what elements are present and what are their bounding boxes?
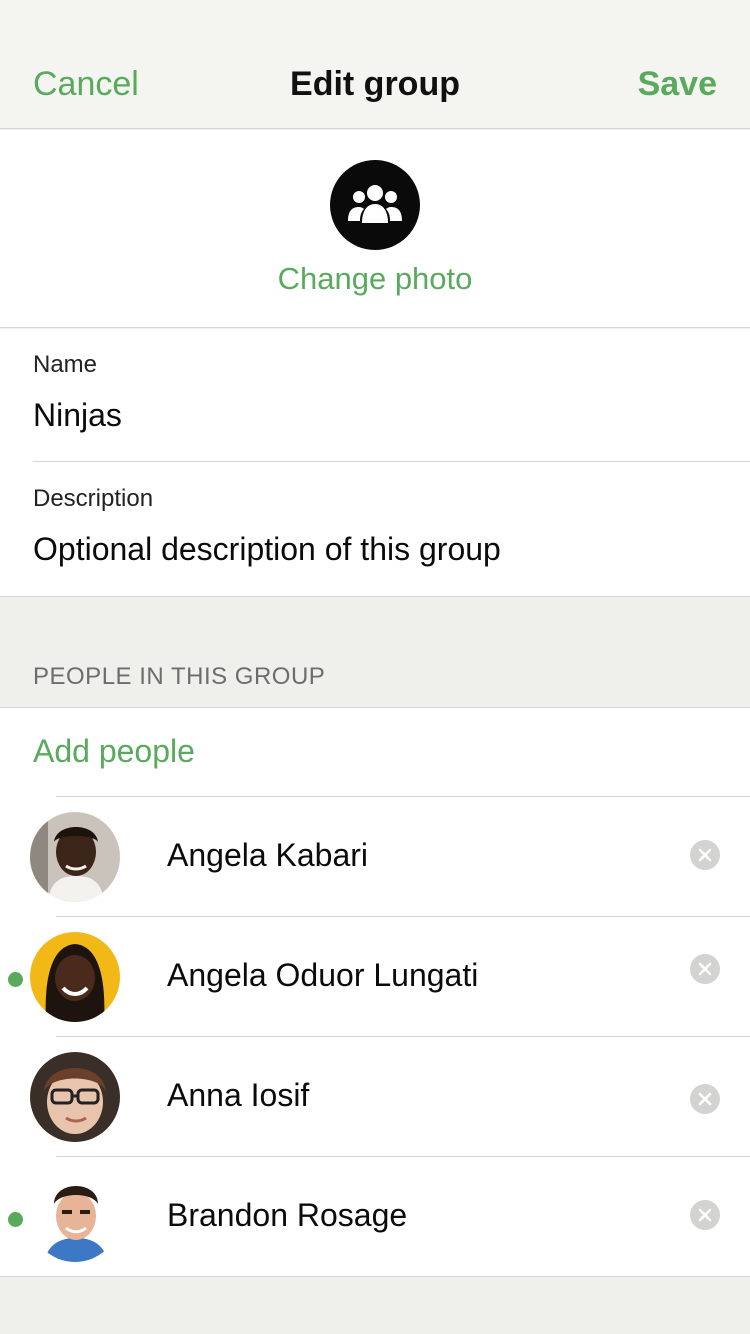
member-row[interactable]: Angela Oduor Lungati: [0, 916, 750, 1036]
member-row[interactable]: Anna Iosif: [0, 1036, 750, 1156]
field-divider: [33, 461, 750, 462]
member-name: Brandon Rosage: [167, 1197, 408, 1233]
name-input[interactable]: Ninjas: [33, 396, 122, 434]
close-icon: [698, 1092, 712, 1106]
add-people-button[interactable]: Add people: [33, 732, 195, 770]
remove-member-button[interactable]: [690, 840, 720, 870]
member-name: Anna Iosif: [167, 1077, 310, 1113]
remove-member-button[interactable]: [690, 954, 720, 984]
remove-member-button[interactable]: [690, 1200, 720, 1230]
avatar: [30, 1172, 120, 1262]
online-status-dot: [8, 972, 23, 987]
change-photo-button[interactable]: Change photo: [0, 260, 750, 298]
member-name: Angela Oduor Lungati: [167, 957, 479, 993]
member-row[interactable]: Angela Kabari: [0, 796, 750, 916]
group-photo-section: Change photo: [0, 130, 750, 328]
name-field[interactable]: Name Ninjas: [0, 329, 750, 462]
save-button[interactable]: Save: [638, 64, 717, 104]
name-label: Name: [33, 351, 98, 378]
description-input[interactable]: Optional description of this group: [33, 530, 501, 568]
row-divider: [56, 796, 750, 797]
close-icon: [698, 848, 712, 862]
description-label: Description: [33, 485, 154, 512]
navigation-bar: Cancel Edit group Save: [0, 0, 750, 129]
member-row[interactable]: Brandon Rosage: [0, 1156, 750, 1276]
online-status-dot: [8, 1212, 23, 1227]
close-icon: [698, 962, 712, 976]
row-divider: [56, 1036, 750, 1037]
close-icon: [698, 1208, 712, 1222]
avatar: [30, 1052, 120, 1142]
people-list: Add people Angela Kabari Angela Oduor Lu…: [0, 707, 750, 1277]
group-icon[interactable]: [330, 160, 420, 250]
member-name: Angela Kabari: [167, 837, 369, 873]
people-glyph: [348, 185, 402, 223]
row-divider: [56, 916, 750, 917]
row-divider: [56, 1156, 750, 1157]
group-details-form: Name Ninjas Description Optional descrip…: [0, 329, 750, 597]
avatar: [30, 932, 120, 1022]
remove-member-button[interactable]: [690, 1084, 720, 1114]
people-section-header: PEOPLE IN THIS GROUP: [33, 663, 326, 690]
avatar: [30, 812, 120, 902]
description-field[interactable]: Description Optional description of this…: [0, 463, 750, 596]
